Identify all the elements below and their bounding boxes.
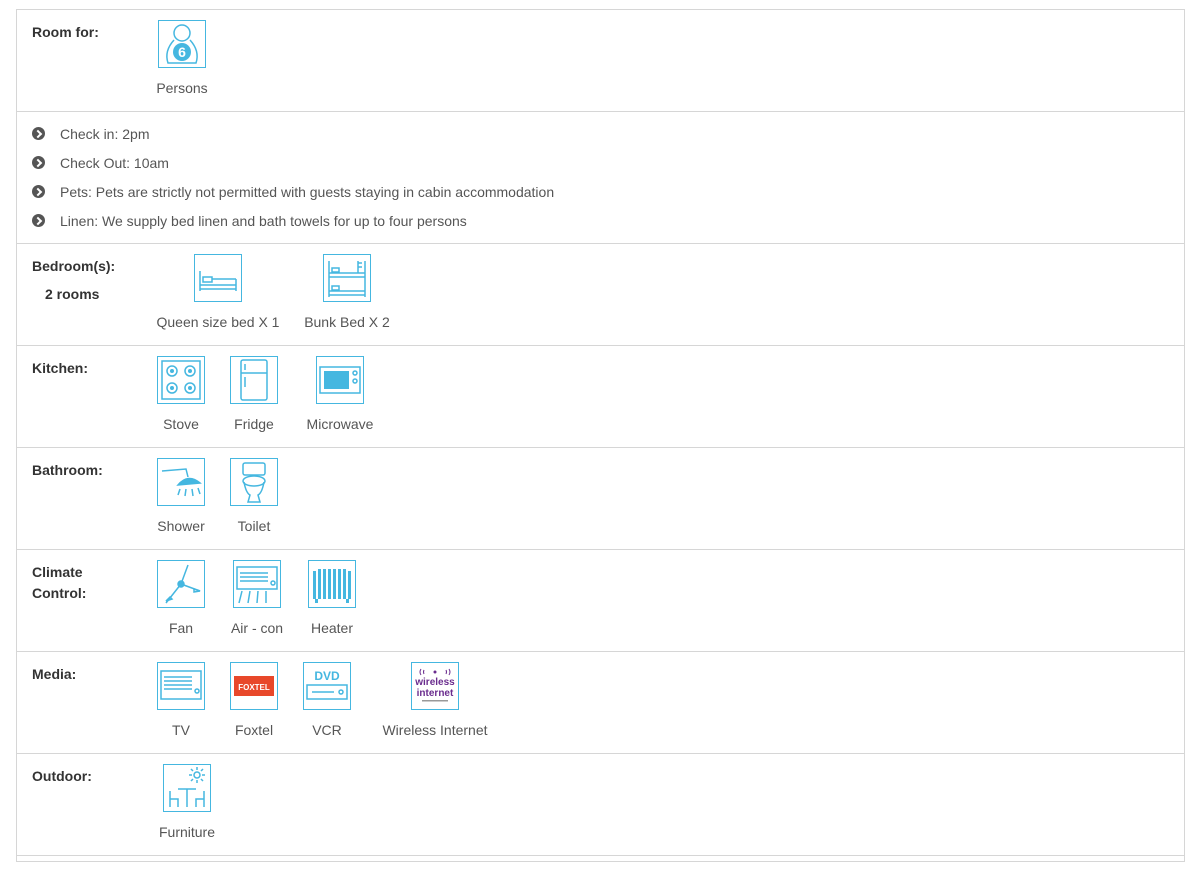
aircon-icon bbox=[233, 560, 281, 608]
vcr-item: DVD VCR bbox=[302, 662, 352, 738]
info-checkout: Check Out: 10am bbox=[60, 155, 169, 171]
queen-bed-icon bbox=[194, 254, 242, 302]
svg-text:wireless: wireless bbox=[414, 677, 455, 688]
bunk-bed-icon bbox=[323, 254, 371, 302]
toilet-icon bbox=[230, 458, 278, 506]
aircon-caption: Air - con bbox=[230, 620, 284, 636]
foxtel-caption: Foxtel bbox=[234, 722, 274, 738]
heater-icon bbox=[308, 560, 356, 608]
microwave-item: Microwave bbox=[302, 356, 378, 432]
persons-caption: Persons bbox=[156, 80, 208, 96]
shower-item: Shower bbox=[156, 458, 206, 534]
bedrooms-count: 2 rooms bbox=[45, 286, 100, 302]
list-item: Pets: Pets are strictly not permitted wi… bbox=[32, 182, 554, 211]
row-info: Check in: 2pm Check Out: 10am Pets: Pets… bbox=[17, 112, 1184, 244]
row-bedrooms: Bedroom(s): 2 rooms Queen size bed X 1 B… bbox=[17, 244, 1184, 346]
aircon-item: Air - con bbox=[229, 560, 285, 636]
queen-bed-caption: Queen size bed X 1 bbox=[156, 314, 280, 330]
bunk-bed-item: Bunk Bed X 2 bbox=[303, 254, 391, 330]
row-media: Media: TV FOXTEL Foxtel DVD VCR wireless… bbox=[17, 652, 1184, 754]
row-kitchen: Kitchen: Stove Fridge Microwave bbox=[17, 346, 1184, 448]
list-item: Check in: 2pm bbox=[32, 124, 554, 153]
svg-text:internet: internet bbox=[417, 688, 454, 699]
stove-caption: Stove bbox=[163, 416, 199, 432]
fan-caption: Fan bbox=[168, 620, 194, 636]
outdoor-furniture-icon bbox=[163, 764, 211, 812]
furniture-caption: Furniture bbox=[158, 824, 216, 840]
svg-text:6: 6 bbox=[178, 44, 186, 60]
row-bathroom: Bathroom: Shower Toilet bbox=[17, 448, 1184, 550]
bedrooms-label: Bedroom(s): bbox=[32, 258, 116, 274]
bathroom-label: Bathroom: bbox=[32, 462, 103, 478]
info-checkin: Check in: 2pm bbox=[60, 126, 150, 142]
svg-text:DVD: DVD bbox=[314, 669, 340, 683]
climate-label-line2: Control: bbox=[32, 585, 87, 601]
fridge-item: Fridge bbox=[229, 356, 279, 432]
room-for-label: Room for: bbox=[32, 24, 99, 40]
media-label: Media: bbox=[32, 666, 77, 682]
persons-icon: 6 bbox=[158, 20, 206, 68]
stove-item: Stove bbox=[156, 356, 206, 432]
foxtel-item: FOXTEL Foxtel bbox=[229, 662, 279, 738]
dvd-player-icon: DVD bbox=[303, 662, 351, 710]
chevron-circle-icon bbox=[32, 156, 45, 169]
chevron-circle-icon bbox=[32, 185, 45, 198]
kitchen-label: Kitchen: bbox=[32, 360, 88, 376]
heater-item: Heater bbox=[307, 560, 357, 636]
chevron-circle-icon bbox=[32, 127, 45, 140]
wireless-item: wireless internet Wireless Internet bbox=[375, 662, 495, 738]
shower-icon bbox=[157, 458, 205, 506]
info-list: Check in: 2pm Check Out: 10am Pets: Pets… bbox=[32, 124, 554, 240]
wireless-internet-logo-icon: wireless internet bbox=[411, 662, 459, 710]
outdoor-label: Outdoor: bbox=[32, 768, 92, 784]
tv-caption: TV bbox=[172, 722, 190, 738]
row-climate: Climate Control: Fan Air - con Heater bbox=[17, 550, 1184, 652]
microwave-caption: Microwave bbox=[306, 416, 374, 432]
toilet-item: Toilet bbox=[229, 458, 279, 534]
microwave-icon bbox=[316, 356, 364, 404]
svg-text:FOXTEL: FOXTEL bbox=[238, 683, 270, 692]
heater-caption: Heater bbox=[310, 620, 354, 636]
wireless-caption: Wireless Internet bbox=[382, 722, 488, 738]
bunk-bed-caption: Bunk Bed X 2 bbox=[304, 314, 390, 330]
furniture-item: Furniture bbox=[156, 764, 218, 840]
list-item: Check Out: 10am bbox=[32, 153, 554, 182]
chevron-circle-icon bbox=[32, 214, 45, 227]
toilet-caption: Toilet bbox=[237, 518, 271, 534]
fridge-caption: Fridge bbox=[234, 416, 274, 432]
climate-label: Climate Control: bbox=[32, 562, 86, 604]
tv-icon bbox=[157, 662, 205, 710]
fan-icon bbox=[157, 560, 205, 608]
tv-item: TV bbox=[156, 662, 206, 738]
shower-caption: Shower bbox=[157, 518, 205, 534]
stove-icon bbox=[157, 356, 205, 404]
fan-item: Fan bbox=[156, 560, 206, 636]
row-room-for: Room for: 6 Persons bbox=[17, 10, 1184, 112]
amenities-table: Room for: 6 Persons Check in: 2pm Check … bbox=[16, 9, 1185, 862]
foxtel-logo-icon: FOXTEL bbox=[230, 662, 278, 710]
persons-item: 6 Persons bbox=[156, 20, 208, 96]
list-item: Linen: We supply bed linen and bath towe… bbox=[32, 211, 554, 240]
vcr-caption: VCR bbox=[312, 722, 342, 738]
fridge-icon bbox=[230, 356, 278, 404]
climate-label-line1: Climate bbox=[32, 564, 83, 580]
info-linen: Linen: We supply bed linen and bath towe… bbox=[60, 213, 467, 229]
row-outdoor: Outdoor: Furniture bbox=[17, 754, 1184, 856]
queen-bed-item: Queen size bed X 1 bbox=[156, 254, 280, 330]
info-pets: Pets: Pets are strictly not permitted wi… bbox=[60, 184, 555, 200]
